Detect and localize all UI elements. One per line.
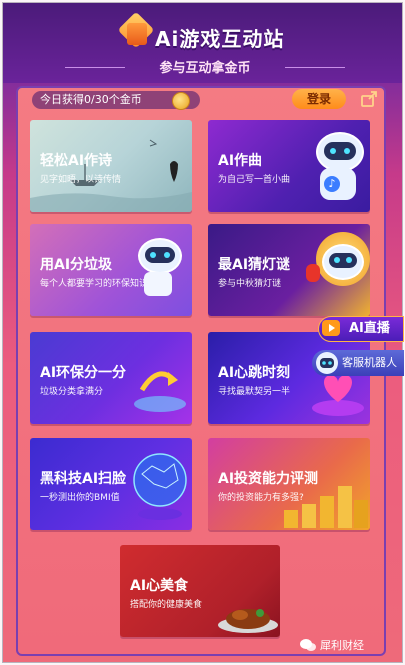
share-icon[interactable] bbox=[360, 90, 378, 108]
header: Ai游戏互动站 参与互动拿金币 bbox=[3, 3, 402, 83]
subtitle-divider-right bbox=[285, 67, 345, 68]
card-ai-heartbeat[interactable]: AI心跳时刻 寻找最默契另一半 bbox=[208, 332, 370, 424]
gold-coins-icon bbox=[284, 486, 368, 528]
card-subtitle: 见字如晤，以诗传情 bbox=[40, 175, 122, 185]
robot-icon bbox=[138, 238, 182, 274]
page-title: Ai游戏互动站 bbox=[155, 27, 285, 51]
play-icon bbox=[322, 320, 340, 336]
robot-avatar-icon bbox=[316, 352, 338, 374]
card-title: AI心美食 bbox=[130, 578, 189, 594]
robot-icon bbox=[322, 244, 364, 280]
card-title: AI环保分一分 bbox=[40, 365, 127, 381]
coin-icon bbox=[172, 92, 190, 110]
card-subtitle: 每个人都要学习的环保知识 bbox=[40, 279, 149, 289]
card-ai-invest-test[interactable]: AI投资能力评测 你的投资能力有多强? bbox=[208, 438, 370, 530]
card-ai-food[interactable]: AI心美食 搭配你的健康美食 bbox=[120, 545, 280, 637]
card-title: 轻松AI作诗 bbox=[40, 153, 113, 169]
card-subtitle: 搭配你的健康美食 bbox=[130, 600, 203, 610]
card-subtitle: 寻找最默契另一半 bbox=[218, 387, 291, 397]
card-title: 黑科技AI扫脸 bbox=[40, 471, 127, 487]
robot-icon bbox=[316, 132, 364, 172]
card-title: 用AI分垃圾 bbox=[40, 257, 113, 273]
login-button[interactable]: 登录 bbox=[292, 89, 346, 109]
card-ai-face-scan[interactable]: 黑科技AI扫脸 一秒测出你的BMI值 bbox=[30, 438, 192, 530]
food-dish-icon bbox=[218, 609, 278, 633]
card-subtitle: 为自己写一首小曲 bbox=[218, 175, 291, 185]
card-title: AI作曲 bbox=[218, 153, 263, 169]
card-ai-lantern-riddle[interactable]: 最AI猜灯谜 参与中秋猜灯谜 bbox=[208, 224, 370, 316]
robot-body-icon bbox=[144, 272, 172, 296]
card-title: 最AI猜灯谜 bbox=[218, 257, 291, 273]
card-ai-poetry[interactable]: 轻松AI作诗 见字如晤，以诗传情 bbox=[30, 120, 192, 212]
recycle-icon bbox=[134, 371, 186, 412]
card-subtitle: 一秒测出你的BMI值 bbox=[40, 493, 120, 503]
card-subtitle: 参与中秋猜灯谜 bbox=[218, 279, 282, 289]
gift-box-icon bbox=[127, 23, 147, 45]
card-ai-eco-sort[interactable]: AI环保分一分 垃圾分类拿满分 bbox=[30, 332, 192, 424]
card-ai-compose[interactable]: AI作曲 为自己写一首小曲 ♪ bbox=[208, 120, 370, 212]
lantern-icon bbox=[306, 264, 320, 282]
music-note-icon: ♪ bbox=[324, 176, 340, 192]
card-title: AI心跳时刻 bbox=[218, 365, 291, 381]
page-subtitle: 参与互动拿金币 bbox=[159, 61, 251, 76]
watermark-text: 犀利财经 bbox=[320, 639, 364, 652]
face-scan-globe-icon bbox=[133, 453, 187, 520]
card-ai-garbage[interactable]: 用AI分垃圾 每个人都要学习的环保知识 bbox=[30, 224, 192, 316]
card-subtitle: 垃圾分类拿满分 bbox=[40, 387, 104, 397]
wechat-icon bbox=[300, 639, 316, 651]
status-bar: 今日获得0/30个金币 登录 bbox=[22, 88, 382, 112]
